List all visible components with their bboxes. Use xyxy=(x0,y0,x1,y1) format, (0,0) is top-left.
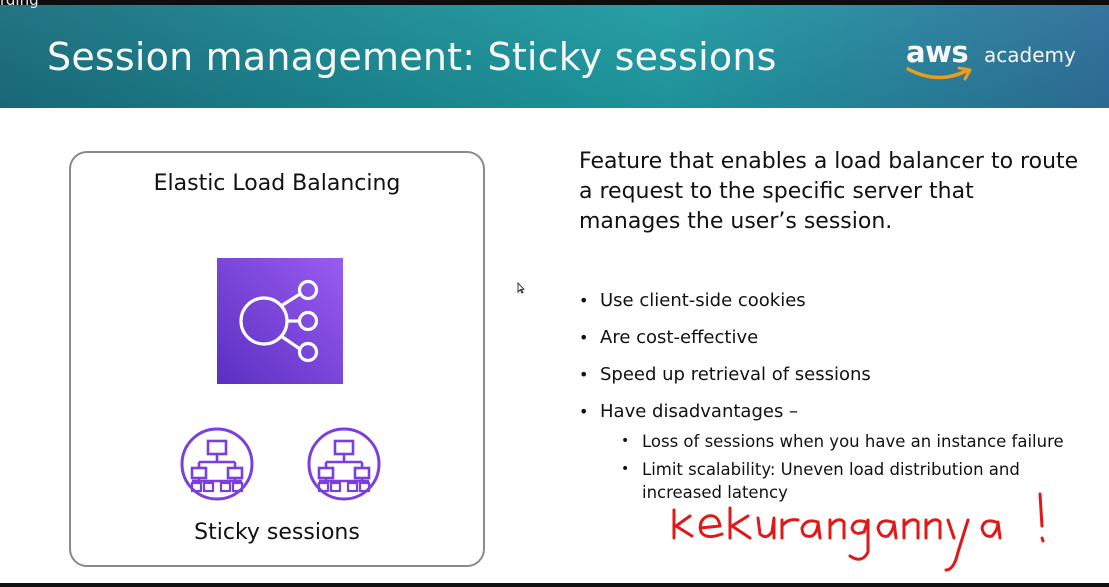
bullet-item: • Speed up retrieval of sessions xyxy=(579,364,871,385)
aws-logo-text: aws xyxy=(906,35,969,69)
recording-bottom-bar xyxy=(0,583,1109,587)
sub-bullet-item: • Loss of sessions when you have an insta… xyxy=(621,432,1064,451)
slide-header: Session management: Sticky sessions aws … xyxy=(0,5,1109,108)
recording-label: rding xyxy=(0,0,39,9)
handwritten-annotation xyxy=(672,492,1045,572)
academy-logo-text: academy xyxy=(984,43,1076,67)
bullet-item: • Have disadvantages – xyxy=(579,401,799,422)
network-hierarchy-icon xyxy=(307,427,381,501)
mouse-pointer-icon xyxy=(517,282,525,294)
elastic-load-balancing-icon xyxy=(217,258,343,384)
elb-diagram: Elastic Load Balancing Sticky sessions xyxy=(69,151,485,567)
network-hierarchy-icon xyxy=(180,427,254,501)
elb-title: Elastic Load Balancing xyxy=(153,171,401,196)
feature-description: Feature that enables a load balancer to … xyxy=(579,149,1079,234)
aws-smile-icon xyxy=(906,66,972,81)
slide-title: Session management: Sticky sessions xyxy=(47,35,777,79)
sticky-sessions-label: Sticky sessions xyxy=(194,520,360,545)
bullet-item: • Are cost-effective xyxy=(579,327,759,348)
bullet-item: • Use client-side cookies xyxy=(579,290,806,311)
aws-academy-logo: aws academy xyxy=(906,35,1076,85)
